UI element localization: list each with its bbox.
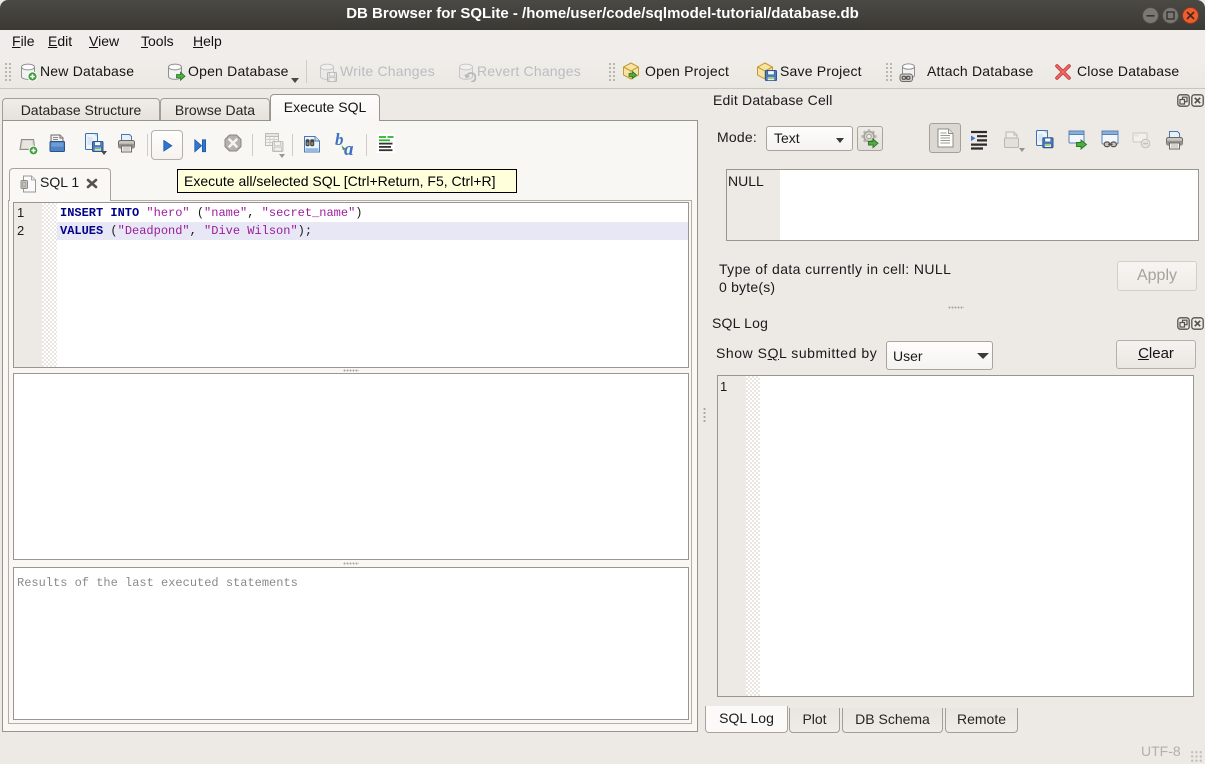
svg-text:a: a [344, 139, 354, 157]
